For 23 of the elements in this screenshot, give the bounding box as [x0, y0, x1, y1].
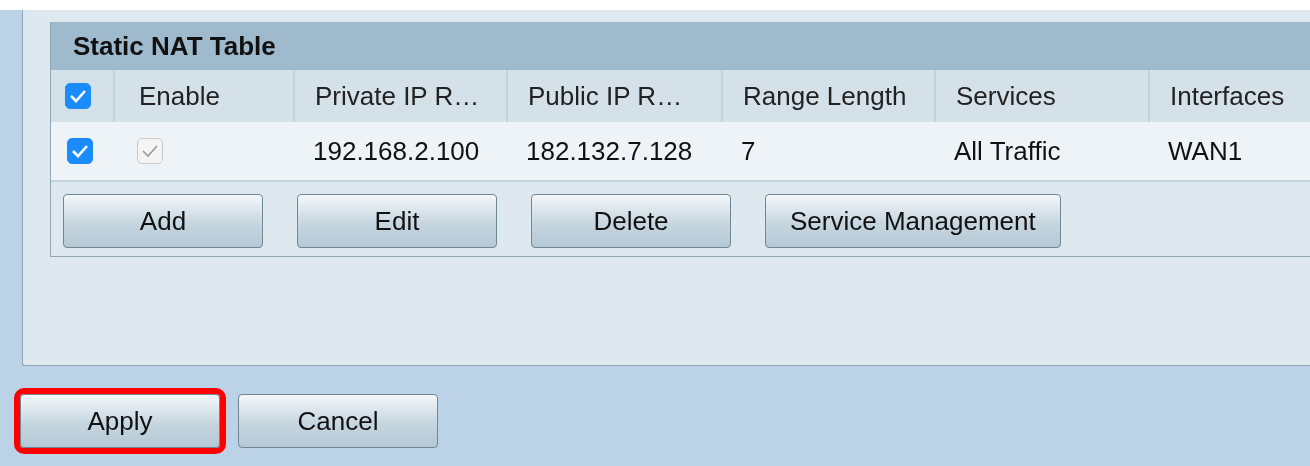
checkbox[interactable] [67, 138, 93, 164]
check-icon [141, 143, 159, 159]
table-cell: All Traffic [934, 122, 1148, 180]
table-cell: 182.132.7.128 [506, 122, 721, 180]
table-button[interactable]: Add [63, 194, 263, 248]
table-cell: WAN1 [1148, 122, 1310, 180]
table-title: Static NAT Table [51, 22, 1310, 70]
column-header: Public IP R… [506, 70, 721, 122]
table-cell: 192.168.2.100 [293, 122, 506, 180]
column-header: Range Length [721, 70, 934, 122]
table-cell: 7 [721, 122, 934, 180]
column-header: Interfaces [1148, 70, 1310, 122]
footer-button[interactable]: Apply [20, 394, 220, 448]
checkbox[interactable] [65, 83, 91, 109]
column-header: Enable [113, 70, 293, 122]
column-header: Private IP R… [293, 70, 506, 122]
table-button[interactable]: Edit [297, 194, 497, 248]
column-header: Services [934, 70, 1148, 122]
check-icon [69, 88, 87, 104]
table-button[interactable]: Service Management [765, 194, 1061, 248]
table-button[interactable]: Delete [531, 194, 731, 248]
check-icon [71, 143, 89, 159]
footer-button[interactable]: Cancel [238, 394, 438, 448]
